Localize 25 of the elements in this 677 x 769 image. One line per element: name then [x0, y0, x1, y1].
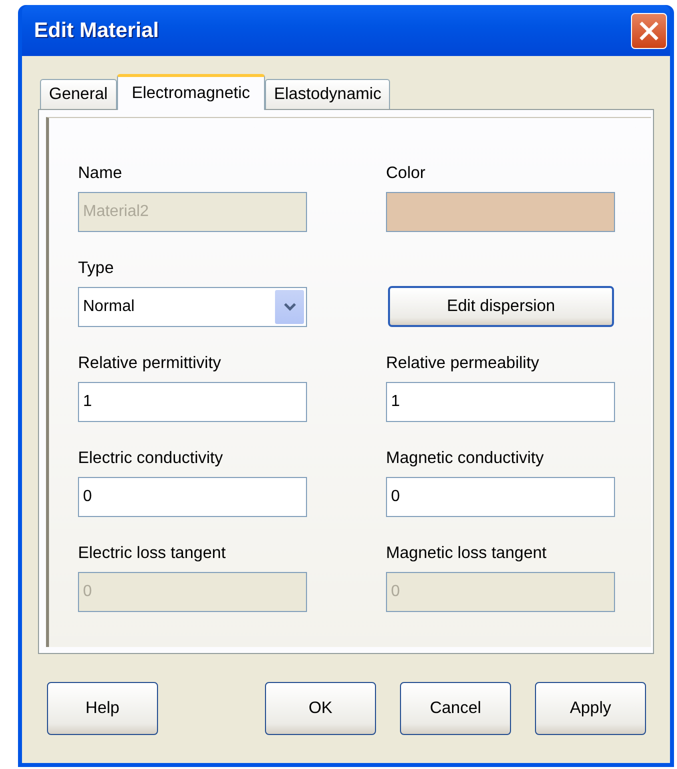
tab[interactable]: Electromagnetic — [116, 74, 266, 110]
window-title: Edit Material — [34, 18, 159, 42]
field-label: Relative permittivity — [78, 353, 222, 374]
tab[interactable]: Elastodynamic — [265, 79, 390, 109]
field-label: Color — [386, 163, 426, 184]
field-label: Magnetic loss tangent — [386, 543, 547, 564]
input-field[interactable]: 1 — [78, 382, 307, 422]
input-field[interactable]: 0 — [78, 477, 307, 517]
tab[interactable]: General — [40, 79, 117, 109]
field-label: Name — [78, 163, 122, 184]
input-field[interactable]: 1 — [386, 382, 615, 422]
field-label: Relative permeability — [386, 353, 540, 374]
dialog-button[interactable]: Help — [47, 682, 158, 735]
field-label: Electric loss tangent — [78, 543, 226, 564]
close-icon[interactable] — [631, 12, 667, 48]
type-dropdown[interactable]: Normal — [78, 287, 307, 327]
dialog-button[interactable]: Apply — [535, 682, 646, 735]
input-field[interactable]: 0 — [386, 477, 615, 517]
dialog-button[interactable]: Cancel — [400, 682, 511, 735]
color-swatch[interactable] — [386, 192, 615, 232]
field-label: Type — [78, 258, 114, 279]
field-label: Electric conductivity — [78, 448, 223, 469]
edit-dispersion-button[interactable]: Edit dispersion — [388, 286, 614, 327]
dialog-button[interactable]: OK — [265, 682, 376, 735]
field-label: Magnetic conductivity — [386, 448, 544, 469]
